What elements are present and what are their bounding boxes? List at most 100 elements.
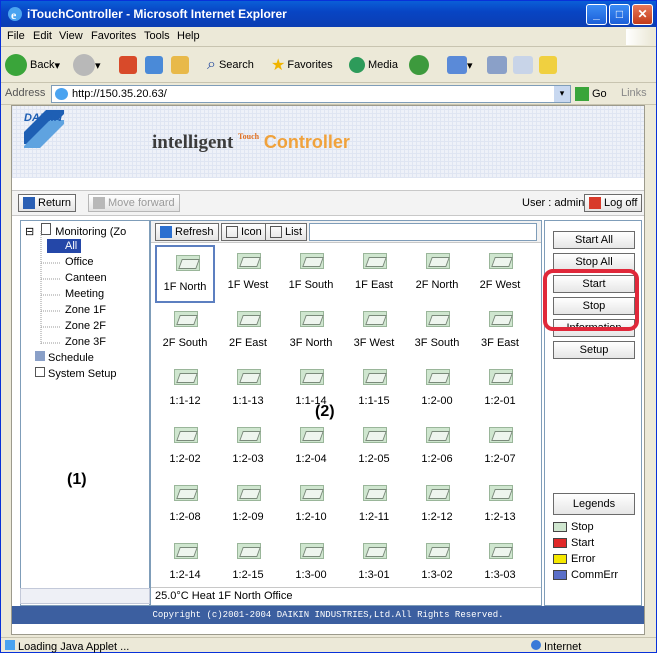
unit-label: 1:2-00 xyxy=(421,395,453,407)
start-all-button[interactable]: Start All xyxy=(553,231,635,249)
unit-tile[interactable]: 1:2-10 xyxy=(281,477,341,535)
history-button[interactable] xyxy=(409,53,429,77)
unit-tile[interactable]: 1:2-05 xyxy=(344,419,404,477)
minimize-button[interactable]: _ xyxy=(586,4,607,25)
unit-tile[interactable]: 1:2-08 xyxy=(155,477,215,535)
maximize-button[interactable]: □ xyxy=(609,4,630,25)
unit-tile[interactable]: 1F North xyxy=(155,245,215,303)
unit-tile[interactable]: 1:3-00 xyxy=(281,535,341,585)
refresh-label: Refresh xyxy=(175,226,214,238)
media-button[interactable]: Media xyxy=(349,53,398,77)
menu-file[interactable]: File xyxy=(7,30,25,42)
unit-tile[interactable]: 1:3-02 xyxy=(407,535,467,585)
mail-button[interactable]: ▾ xyxy=(447,53,473,77)
unit-tile[interactable]: 1:2-15 xyxy=(218,535,278,585)
ac-unit-icon xyxy=(363,253,387,269)
print-button[interactable] xyxy=(487,53,507,77)
unit-label: 1:3-01 xyxy=(358,569,390,581)
ac-unit-icon xyxy=(237,369,261,385)
unit-tile[interactable]: 1:2-04 xyxy=(281,419,341,477)
legends-button[interactable]: Legends xyxy=(553,493,635,515)
ac-unit-icon xyxy=(176,255,200,271)
menu-help[interactable]: Help xyxy=(177,30,200,42)
page-icon xyxy=(55,88,68,100)
back-button[interactable]: Back ▾ xyxy=(5,53,60,77)
annotation-2: (2) xyxy=(315,403,335,420)
menu-tools[interactable]: Tools xyxy=(144,30,170,42)
icon-label: Icon xyxy=(241,226,262,238)
status-zone-text: Internet xyxy=(544,641,582,653)
unit-tile[interactable]: 2F South xyxy=(155,303,215,361)
unit-tile[interactable]: 1:2-03 xyxy=(218,419,278,477)
go-arrow-icon xyxy=(575,87,589,101)
print-icon xyxy=(487,56,507,74)
move-forward-button[interactable]: Move forward xyxy=(88,194,180,212)
status-loading-text: Loading Java Applet ... xyxy=(18,641,130,653)
refresh-button[interactable] xyxy=(145,53,163,77)
unit-tile[interactable]: 1:2-13 xyxy=(470,477,530,535)
menu-favorites[interactable]: Favorites xyxy=(91,30,136,42)
logoff-button[interactable]: Log off xyxy=(584,194,643,212)
unit-tile[interactable]: 2F West xyxy=(470,245,530,303)
address-bar: Address http://150.35.20.63/ ▾ Go Links xyxy=(1,83,656,105)
address-input[interactable]: http://150.35.20.63/ ▾ xyxy=(51,85,571,103)
window-title: iTouchController - Microsoft Internet Ex… xyxy=(27,7,287,21)
logoff-icon xyxy=(589,197,601,209)
stop-button[interactable] xyxy=(119,53,137,77)
unit-tile[interactable]: 1:2-00 xyxy=(407,361,467,419)
unit-label: 1:2-15 xyxy=(232,569,264,581)
unit-tile[interactable]: 2F East xyxy=(218,303,278,361)
links-button[interactable]: Links xyxy=(621,87,647,99)
unit-label: 1:2-13 xyxy=(484,511,516,523)
unit-tile[interactable]: 1:2-11 xyxy=(344,477,404,535)
forward-arrow-icon xyxy=(93,197,105,209)
ac-unit-icon xyxy=(237,311,261,327)
menu-view[interactable]: View xyxy=(59,30,83,42)
home-button[interactable] xyxy=(171,53,189,77)
unit-tile[interactable]: 1F East xyxy=(344,245,404,303)
copyright-bar: Copyright (c)2001-2004 DAIKIN INDUSTRIES… xyxy=(12,606,644,624)
tree-horizontal-scrollbar[interactable] xyxy=(20,588,150,604)
unit-tile[interactable]: 1:2-06 xyxy=(407,419,467,477)
daikin-wordmark: DAIKIN xyxy=(24,112,62,124)
unit-tile[interactable]: 1:2-14 xyxy=(155,535,215,585)
forward-button[interactable]: ▾ xyxy=(73,53,101,77)
unit-tile[interactable]: 3F West xyxy=(344,303,404,361)
go-button[interactable]: Go xyxy=(575,85,607,103)
unit-tile[interactable]: 2F North xyxy=(407,245,467,303)
unit-tile[interactable]: 3F South xyxy=(407,303,467,361)
unit-tile[interactable]: 1F South xyxy=(281,245,341,303)
close-button[interactable]: ✕ xyxy=(632,4,653,25)
address-dropdown[interactable]: ▾ xyxy=(554,86,570,102)
messenger-button[interactable] xyxy=(539,53,557,77)
search-button[interactable]: ⌕ Search xyxy=(207,53,254,77)
unit-tile[interactable]: 1:3-01 xyxy=(344,535,404,585)
browser-window: e iTouchController - Microsoft Internet … xyxy=(0,0,657,653)
unit-tile[interactable]: 1:1-15 xyxy=(344,361,404,419)
icon-view-button[interactable]: Icon xyxy=(221,223,267,241)
favorites-button[interactable]: ★ Favorites xyxy=(271,53,333,77)
unit-tile[interactable]: 1:3-03 xyxy=(470,535,530,585)
return-button[interactable]: Return xyxy=(18,194,77,212)
unit-tile[interactable]: 1:2-07 xyxy=(470,419,530,477)
list-view-button[interactable]: List xyxy=(265,223,308,241)
unit-tile[interactable]: 1:2-01 xyxy=(470,361,530,419)
ie-logo-icon: e xyxy=(8,7,22,22)
unit-tile[interactable]: 1:2-02 xyxy=(155,419,215,477)
unit-tile[interactable]: 3F East xyxy=(470,303,530,361)
unit-label: 3F West xyxy=(353,337,395,349)
edit-button[interactable] xyxy=(513,53,533,77)
unit-tile[interactable]: 1:1-13 xyxy=(218,361,278,419)
unit-tile[interactable]: 1F West xyxy=(218,245,278,303)
unit-tile[interactable]: 1:2-09 xyxy=(218,477,278,535)
grid-icon xyxy=(226,226,238,238)
refresh-view-button[interactable]: Refresh xyxy=(155,223,219,241)
setup-button[interactable]: Setup xyxy=(553,341,635,359)
unit-label: 1:3-02 xyxy=(421,569,453,581)
unit-tile[interactable]: 3F North xyxy=(281,303,341,361)
ac-unit-icon xyxy=(363,369,387,385)
menu-edit[interactable]: Edit xyxy=(33,30,52,42)
ac-unit-icon xyxy=(489,369,513,385)
unit-tile[interactable]: 1:1-12 xyxy=(155,361,215,419)
unit-tile[interactable]: 1:2-12 xyxy=(407,477,467,535)
